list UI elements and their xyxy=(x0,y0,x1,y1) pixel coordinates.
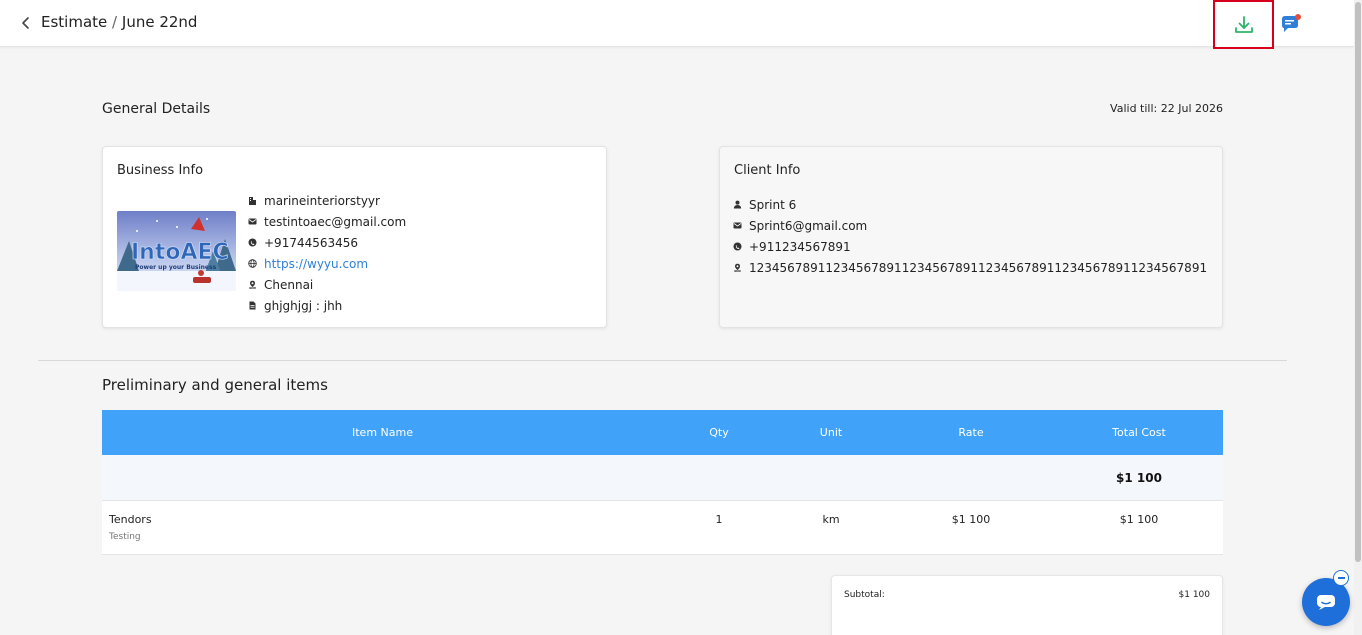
download-button[interactable] xyxy=(1213,0,1274,49)
business-tax-row: ghjghjgj : jhh xyxy=(248,295,406,316)
item-description: Testing xyxy=(109,532,141,542)
column-header-unit: Unit xyxy=(819,426,843,439)
section-total-row: $1 100 xyxy=(102,455,1223,501)
business-website-row: https://wyyu.com xyxy=(248,253,406,274)
chat-icon xyxy=(1317,595,1335,610)
item-rate: $1 100 xyxy=(951,513,991,526)
globe-icon xyxy=(248,259,257,268)
client-name: Sprint 6 xyxy=(749,197,797,212)
page-title: Estimate / June 22nd xyxy=(41,13,197,31)
client-phone: +911234567891 xyxy=(749,239,851,254)
column-header-item-name: Item Name xyxy=(352,426,413,439)
mail-icon xyxy=(248,217,257,226)
mail-icon xyxy=(733,221,742,230)
client-info-card: Client Info Sprint 6 Sprint6@gmail.com +… xyxy=(719,146,1223,328)
business-phone: +91744563456 xyxy=(264,235,359,250)
logo-tagline: Power up your Business xyxy=(135,264,217,271)
scrollbar-thumb[interactable] xyxy=(1355,2,1361,562)
business-location: Chennai xyxy=(264,277,314,292)
client-address-row: 1234567891123456789112345678911234567891… xyxy=(733,257,1207,278)
page-title-sub: June 22nd xyxy=(121,13,198,31)
items-table: Item Name Qty Unit Rate Total Cost $1 10… xyxy=(102,410,1223,555)
business-info-title: Business Info xyxy=(117,163,204,178)
client-phone-row: +911234567891 xyxy=(733,236,1207,257)
client-email: Sprint6@gmail.com xyxy=(749,218,868,233)
valid-till: Valid till: 22 Jul 2026 xyxy=(1110,102,1223,115)
column-header-total-cost: Total Cost xyxy=(1112,426,1166,439)
section-divider xyxy=(38,360,1287,361)
item-qty: 1 xyxy=(715,513,723,526)
business-info-list: marineinteriorstyyr testintoaec@gmail.co… xyxy=(248,190,406,316)
item-name: Tendors xyxy=(109,513,152,526)
business-location-row: Chennai xyxy=(248,274,406,295)
table-row: Tendors Testing 1 km $1 100 $1 100 xyxy=(102,501,1223,555)
client-info-title: Client Info xyxy=(734,163,801,178)
phone-icon xyxy=(733,242,742,251)
page-scrollbar[interactable] xyxy=(1354,0,1362,635)
back-button[interactable] xyxy=(18,13,34,33)
subtotal-label: Subtotal: xyxy=(844,590,885,600)
table-header: Item Name Qty Unit Rate Total Cost xyxy=(102,410,1223,455)
subtotal-value: $1 100 xyxy=(1178,590,1211,600)
business-tax-info: ghjghjgj : jhh xyxy=(264,298,343,313)
business-phone-row: +91744563456 xyxy=(248,232,406,253)
column-header-rate: Rate xyxy=(958,426,984,439)
page-title-main: Estimate xyxy=(41,13,108,31)
phone-icon xyxy=(248,238,257,247)
business-info-card: Business Info IntoAEC Power up your Busi… xyxy=(102,146,607,328)
business-website-link[interactable]: https://wyyu.com xyxy=(264,257,368,271)
chat-minimize-button[interactable] xyxy=(1333,570,1349,586)
building-icon xyxy=(248,196,257,205)
minus-icon xyxy=(1337,577,1345,579)
general-details-title: General Details xyxy=(102,101,211,117)
chevron-left-icon xyxy=(22,17,29,29)
top-bar: Estimate / June 22nd xyxy=(0,0,1354,47)
business-name-row: marineinteriorstyyr xyxy=(248,190,406,211)
section-total: $1 100 xyxy=(1116,470,1162,485)
client-name-row: Sprint 6 xyxy=(733,194,1207,215)
item-unit: km xyxy=(822,513,840,526)
item-total: $1 100 xyxy=(1119,513,1159,526)
location-icon xyxy=(248,280,257,289)
client-email-row: Sprint6@gmail.com xyxy=(733,215,1207,236)
document-icon xyxy=(248,301,257,310)
download-icon xyxy=(1234,15,1253,33)
location-icon xyxy=(733,263,742,272)
summary-card: Subtotal: $1 100 xyxy=(831,575,1223,635)
client-info-list: Sprint 6 Sprint6@gmail.com +911234567891… xyxy=(733,194,1207,278)
logo-text: IntoAEC xyxy=(131,240,229,265)
section-title: Preliminary and general items xyxy=(102,376,328,394)
business-logo: IntoAEC Power up your Business xyxy=(117,211,236,291)
chat-bubble-icon xyxy=(1282,14,1301,32)
user-icon xyxy=(733,200,742,209)
business-email: testintoaec@gmail.com xyxy=(264,214,407,229)
column-header-qty: Qty xyxy=(709,426,729,439)
business-email-row: testintoaec@gmail.com xyxy=(248,211,406,232)
chat-assistant-button[interactable] xyxy=(1280,13,1302,35)
business-name: marineinteriorstyyr xyxy=(264,193,380,208)
client-address: 1234567891123456789112345678911234567891… xyxy=(749,260,1208,275)
breadcrumb-separator: / xyxy=(112,13,118,31)
item-name-cell: Tendors Testing xyxy=(102,501,663,554)
